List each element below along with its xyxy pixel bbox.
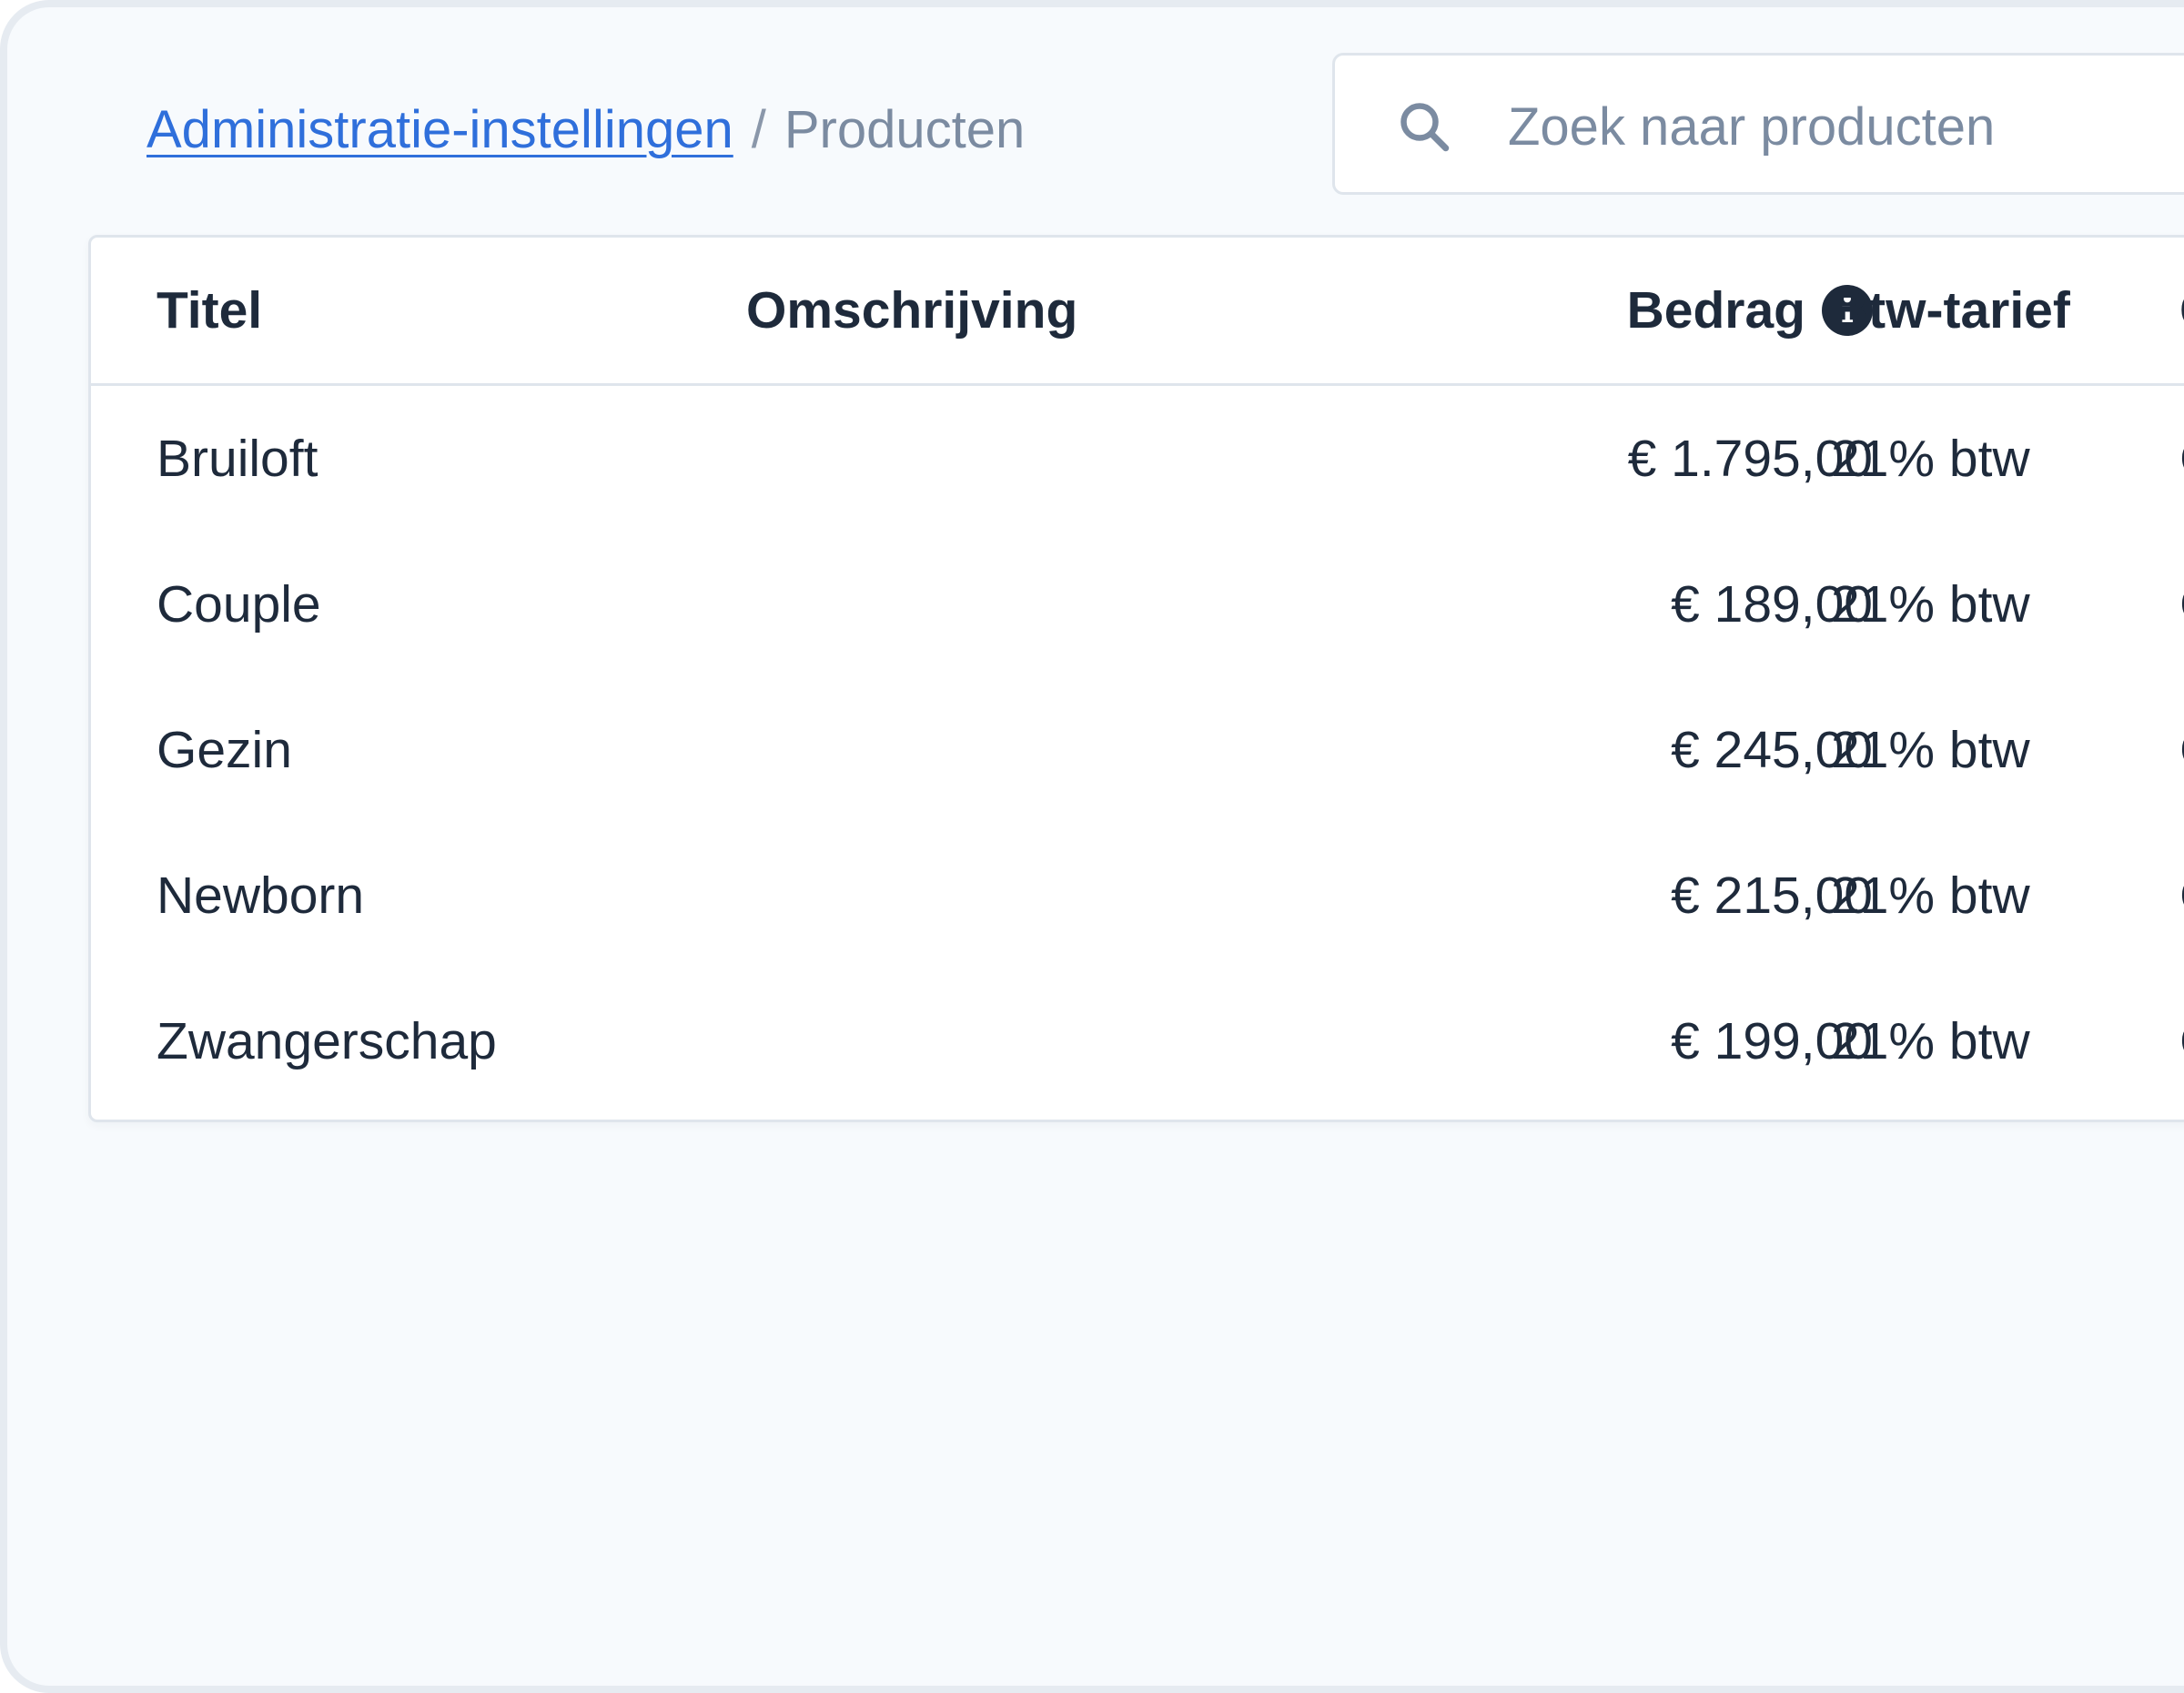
product-extra: C xyxy=(2179,823,2184,968)
table-row[interactable]: Gezin € 245,00 21% btw C xyxy=(91,677,2184,823)
product-vat-rate: 21% btw xyxy=(1831,1012,2030,1070)
breadcrumb: Administratie-instellingen / Producten xyxy=(147,96,1025,162)
search-icon xyxy=(1400,103,1450,152)
column-header-description[interactable]: Omschrijving xyxy=(746,238,1077,383)
breadcrumb-separator: / xyxy=(751,99,766,159)
product-vat-rate: 21% btw xyxy=(1831,867,2030,925)
column-header-vat-rate[interactable]: Btw-tarief xyxy=(1831,238,2070,383)
product-title: Gezin xyxy=(157,721,292,779)
table-row[interactable]: Zwangerschap € 199,00 21% btw C xyxy=(91,968,2184,1114)
column-header-amount-label: Bedrag xyxy=(1626,281,1805,340)
table-row[interactable]: Couple € 189,00 21% btw C xyxy=(91,532,2184,677)
column-header-title[interactable]: Titel xyxy=(157,238,262,383)
product-extra: C xyxy=(2179,968,2184,1114)
product-extra: C xyxy=(2179,677,2184,823)
product-vat-rate: 21% btw xyxy=(1831,575,2030,634)
product-extra: C xyxy=(2179,532,2184,677)
product-title: Newborn xyxy=(157,867,365,925)
products-table: Titel Omschrijving Bedrag Btw-tarief C B… xyxy=(88,235,2184,1122)
product-vat-rate: 21% btw xyxy=(1831,721,2030,779)
breadcrumb-link-admin-settings[interactable]: Administratie-instellingen xyxy=(147,99,733,160)
product-title: Bruiloft xyxy=(157,430,318,488)
column-header-extra[interactable]: C xyxy=(2179,238,2184,383)
search-input[interactable] xyxy=(1508,83,2184,170)
table-header-row: Titel Omschrijving Bedrag Btw-tarief C xyxy=(91,238,2184,386)
table-row[interactable]: Bruiloft € 1.795,00 21% btw C xyxy=(91,386,2184,532)
product-title: Couple xyxy=(157,575,321,634)
breadcrumb-current-page: Producten xyxy=(784,99,1026,159)
table-row[interactable]: Newborn € 215,00 21% btw C xyxy=(91,823,2184,968)
product-extra: C xyxy=(2179,386,2184,532)
product-vat-rate: 21% btw xyxy=(1831,430,2030,488)
search-box[interactable] xyxy=(1332,53,2184,195)
app-window: Administratie-instellingen / Producten T… xyxy=(0,0,2184,1693)
product-title: Zwangerschap xyxy=(157,1012,497,1070)
